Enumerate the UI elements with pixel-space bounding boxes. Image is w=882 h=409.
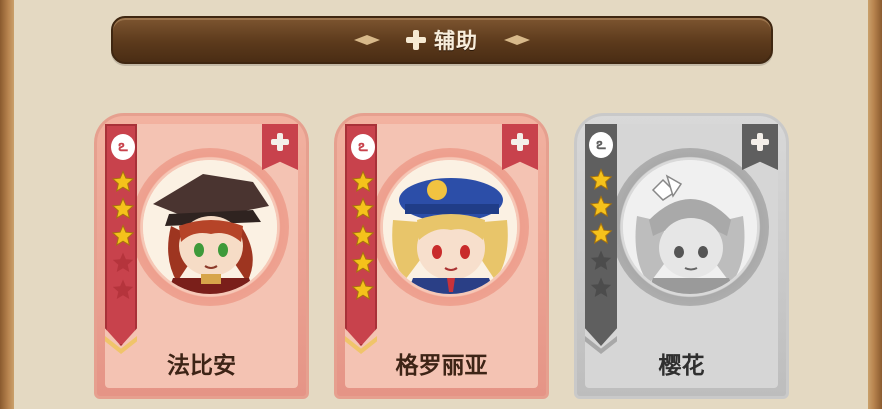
star-filled-icon [589, 222, 613, 245]
hero-portrait [623, 160, 757, 294]
hero-card[interactable]: ఽ 樱花 [574, 113, 789, 399]
header-title-group: 辅助 [406, 25, 478, 55]
add-button[interactable] [262, 124, 298, 170]
star-rating [351, 170, 375, 302]
hero-card-body: ఽ 格罗丽亚 [345, 124, 538, 388]
star-empty-icon [112, 279, 134, 299]
portrait-ring [611, 148, 769, 306]
header-title: 辅助 [434, 29, 478, 53]
add-button[interactable] [502, 124, 538, 170]
portrait-ring [371, 148, 529, 306]
plus-icon [271, 133, 289, 151]
star-filled-icon [351, 251, 375, 274]
right-ornament [504, 35, 530, 45]
star-filled-icon [351, 197, 375, 220]
right-frame-border [868, 0, 882, 409]
left-frame-border [0, 0, 14, 409]
hero-card[interactable]: ఽ 法比安 [94, 113, 309, 399]
hero-portrait [143, 160, 277, 294]
star-filled-icon [351, 278, 375, 301]
star-filled-icon [351, 170, 375, 193]
hero-name: 格罗丽亚 [395, 353, 488, 379]
hero-card-body: ఽ 樱花 [585, 124, 778, 388]
star-empty-icon [590, 250, 612, 270]
hero-portrait [383, 160, 517, 294]
star-filled-icon [589, 168, 613, 191]
left-ornament [354, 35, 380, 45]
rank-ribbon: ఽ [105, 124, 137, 346]
hero-card-body: ఽ 法比安 [105, 124, 298, 388]
plus-icon [511, 133, 529, 151]
star-empty-icon [112, 252, 134, 272]
rank-ribbon: ఽ [345, 124, 377, 346]
portrait-ring [131, 148, 289, 306]
star-filled-icon [111, 224, 135, 247]
hero-card-list: ఽ 法比安 ఽ 格罗丽亚 ఽ 樱花 [94, 113, 794, 409]
flame-icon: ఽ [589, 132, 613, 158]
hero-card[interactable]: ఽ 格罗丽亚 [334, 113, 549, 399]
star-filled-icon [351, 224, 375, 247]
star-filled-icon [589, 195, 613, 218]
star-rating [111, 170, 135, 302]
hero-name: 法比安 [167, 353, 236, 379]
flame-icon: ఽ [111, 134, 135, 160]
star-filled-icon [111, 197, 135, 220]
star-filled-icon [111, 170, 135, 193]
rank-ribbon: ఽ [585, 124, 617, 346]
flame-icon: ఽ [351, 134, 375, 160]
category-header: 辅助 [111, 16, 773, 64]
plus-icon [406, 30, 426, 50]
hero-name: 樱花 [658, 353, 705, 379]
plus-icon [751, 133, 769, 151]
star-rating [589, 168, 613, 300]
add-button[interactable] [742, 124, 778, 170]
star-empty-icon [590, 277, 612, 297]
